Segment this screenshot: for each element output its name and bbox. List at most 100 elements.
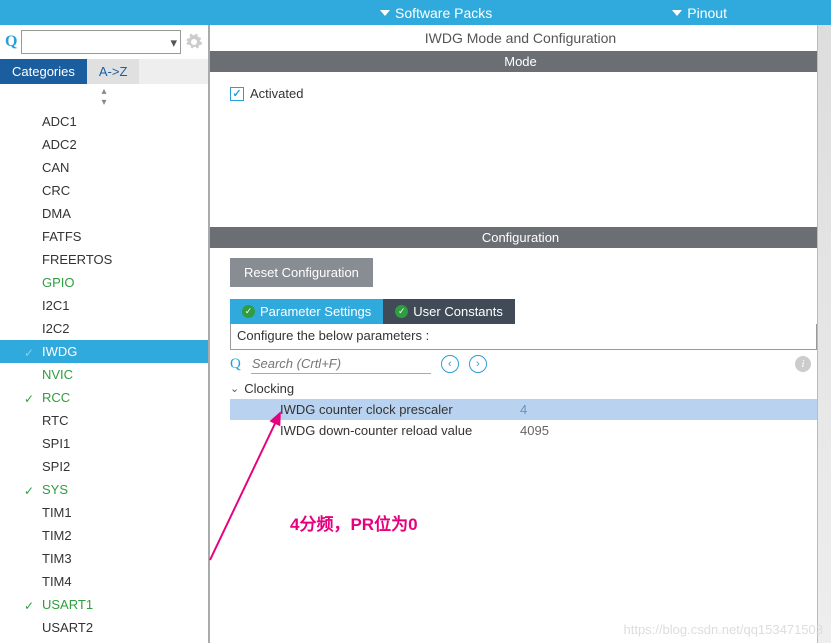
- search-icon: Q: [5, 33, 17, 51]
- chevron-down-icon: ⌄: [230, 382, 239, 395]
- configuration-bar: Configuration: [210, 227, 831, 248]
- peripheral-label: RTC: [42, 413, 68, 428]
- pinout-menu[interactable]: Pinout: [672, 5, 727, 21]
- peripheral-tim4[interactable]: TIM4: [0, 570, 208, 593]
- config-subtabs: ✓ Parameter Settings ✓ User Constants: [230, 299, 817, 324]
- peripheral-usart3[interactable]: USART3: [0, 639, 208, 643]
- peripheral-label: TIM3: [42, 551, 72, 566]
- config-body: Configure the below parameters :: [230, 324, 817, 350]
- peripheral-rtc[interactable]: RTC: [0, 409, 208, 432]
- check-icon: ✓: [24, 390, 34, 409]
- main-area: Q ▾ Categories A->Z ▴▾ ADC1 ADC2 CAN CRC DMA…: [0, 25, 831, 643]
- parameter-value: 4: [520, 402, 527, 417]
- peripheral-label: TIM2: [42, 528, 72, 543]
- tab-user-constants-label: User Constants: [413, 304, 503, 319]
- reset-configuration-button[interactable]: Reset Configuration: [230, 258, 373, 287]
- peripheral-usart2[interactable]: USART2: [0, 616, 208, 639]
- peripheral-label: USART1: [42, 597, 93, 612]
- peripheral-nvic[interactable]: NVIC: [0, 363, 208, 386]
- peripheral-label: NVIC: [42, 367, 73, 382]
- peripheral-sys[interactable]: ✓SYS: [0, 478, 208, 501]
- check-icon: ✓: [24, 597, 34, 616]
- peripheral-tim3[interactable]: TIM3: [0, 547, 208, 570]
- peripheral-rcc[interactable]: ✓ RCC: [0, 386, 208, 409]
- mode-bar: Mode: [210, 51, 831, 72]
- config-description: Configure the below parameters :: [237, 328, 810, 343]
- annotation-text: 4分频，PR位为0: [290, 510, 418, 535]
- left-panel: Q ▾ Categories A->Z ▴▾ ADC1 ADC2 CAN CRC DMA…: [0, 25, 210, 643]
- peripheral-label: RCC: [42, 390, 70, 405]
- peripheral-label: IWDG: [42, 344, 77, 359]
- peripheral-adc2[interactable]: ADC2: [0, 133, 208, 156]
- peripheral-tree: ADC1 ADC2 CAN CRC DMA FATFS FREERTOS GPIO I2C1 I2…: [0, 110, 208, 643]
- peripheral-gpio[interactable]: GPIO: [0, 271, 208, 294]
- parameter-row[interactable]: IWDG down-counter reload value4095: [230, 420, 817, 441]
- peripheral-crc[interactable]: CRC: [0, 179, 208, 202]
- filter-row: Q ‹ › i: [230, 350, 817, 378]
- peripheral-tim1[interactable]: TIM1: [0, 501, 208, 524]
- activated-label: Activated: [250, 86, 303, 101]
- parameter-row[interactable]: IWDG counter clock prescaler4: [230, 399, 817, 420]
- parameter-list: IWDG counter clock prescaler4IWDG down-c…: [230, 399, 817, 441]
- chevron-down-icon: [380, 10, 390, 16]
- parameter-filter-input[interactable]: [251, 354, 431, 374]
- software-packs-menu[interactable]: Software Packs: [380, 5, 492, 21]
- tab-az[interactable]: A->Z: [87, 59, 140, 84]
- sort-indicator-icon[interactable]: ▴▾: [0, 84, 208, 110]
- parameter-value: 4095: [520, 423, 549, 438]
- check-icon: ✓: [24, 344, 34, 363]
- pinout-label: Pinout: [687, 5, 727, 21]
- peripheral-label: I2C2: [42, 321, 69, 336]
- peripheral-label: USART2: [42, 620, 93, 635]
- peripheral-search-input[interactable]: ▾: [21, 30, 181, 54]
- peripheral-label: ADC1: [42, 114, 77, 129]
- peripheral-freertos[interactable]: FREERTOS: [0, 248, 208, 271]
- peripheral-spi2[interactable]: SPI2: [0, 455, 208, 478]
- peripheral-i2c2[interactable]: I2C2: [0, 317, 208, 340]
- chevron-down-icon: [672, 10, 682, 16]
- next-match-button[interactable]: ›: [469, 355, 487, 373]
- peripheral-usart1[interactable]: ✓ USART1: [0, 593, 208, 616]
- peripheral-iwdg[interactable]: ✓ IWDG: [0, 340, 208, 363]
- peripheral-label: TIM4: [42, 574, 72, 589]
- gear-icon[interactable]: [185, 33, 203, 51]
- check-circle-icon: ✓: [242, 305, 255, 318]
- tab-parameter-settings[interactable]: ✓ Parameter Settings: [230, 299, 383, 324]
- watermark: https://blog.csdn.net/qq153471503: [624, 622, 824, 637]
- info-icon[interactable]: i: [795, 356, 811, 372]
- parameter-name: IWDG counter clock prescaler: [280, 402, 520, 417]
- peripheral-label: DMA: [42, 206, 71, 221]
- peripheral-label: TIM1: [42, 505, 72, 520]
- peripheral-label: FREERTOS: [42, 252, 112, 267]
- peripheral-adc1[interactable]: ADC1: [0, 110, 208, 133]
- top-bar: Software Packs Pinout: [0, 0, 831, 25]
- peripheral-tim2[interactable]: TIM2: [0, 524, 208, 547]
- peripheral-label: CAN: [42, 160, 69, 175]
- chevron-down-icon[interactable]: ▾: [170, 35, 177, 51]
- peripheral-spi1[interactable]: SPI1: [0, 432, 208, 455]
- check-circle-icon: ✓: [395, 305, 408, 318]
- peripheral-label: SPI2: [42, 459, 70, 474]
- peripheral-can[interactable]: CAN: [0, 156, 208, 179]
- vertical-scrollbar[interactable]: [817, 25, 831, 643]
- peripheral-label: SPI1: [42, 436, 70, 451]
- peripheral-dma[interactable]: DMA: [0, 202, 208, 225]
- peripheral-label: ADC2: [42, 137, 77, 152]
- prev-match-button[interactable]: ‹: [441, 355, 459, 373]
- peripheral-fatfs[interactable]: FATFS: [0, 225, 208, 248]
- peripheral-label: FATFS: [42, 229, 81, 244]
- right-panel: IWDG Mode and Configuration Mode Activat…: [210, 25, 831, 643]
- tab-user-constants[interactable]: ✓ User Constants: [383, 299, 515, 324]
- parameter-name: IWDG down-counter reload value: [280, 423, 520, 438]
- peripheral-label: I2C1: [42, 298, 69, 313]
- peripheral-i2c1[interactable]: I2C1: [0, 294, 208, 317]
- tab-parameter-settings-label: Parameter Settings: [260, 304, 371, 319]
- left-tabs: Categories A->Z: [0, 59, 208, 84]
- check-icon: ✓: [24, 482, 34, 501]
- tab-categories[interactable]: Categories: [0, 59, 87, 84]
- peripheral-label: CRC: [42, 183, 70, 198]
- peripheral-search-row: Q ▾: [0, 25, 208, 59]
- search-icon: Q: [230, 356, 241, 373]
- clocking-group-header[interactable]: ⌄ Clocking: [230, 378, 817, 399]
- activated-checkbox[interactable]: [230, 87, 244, 101]
